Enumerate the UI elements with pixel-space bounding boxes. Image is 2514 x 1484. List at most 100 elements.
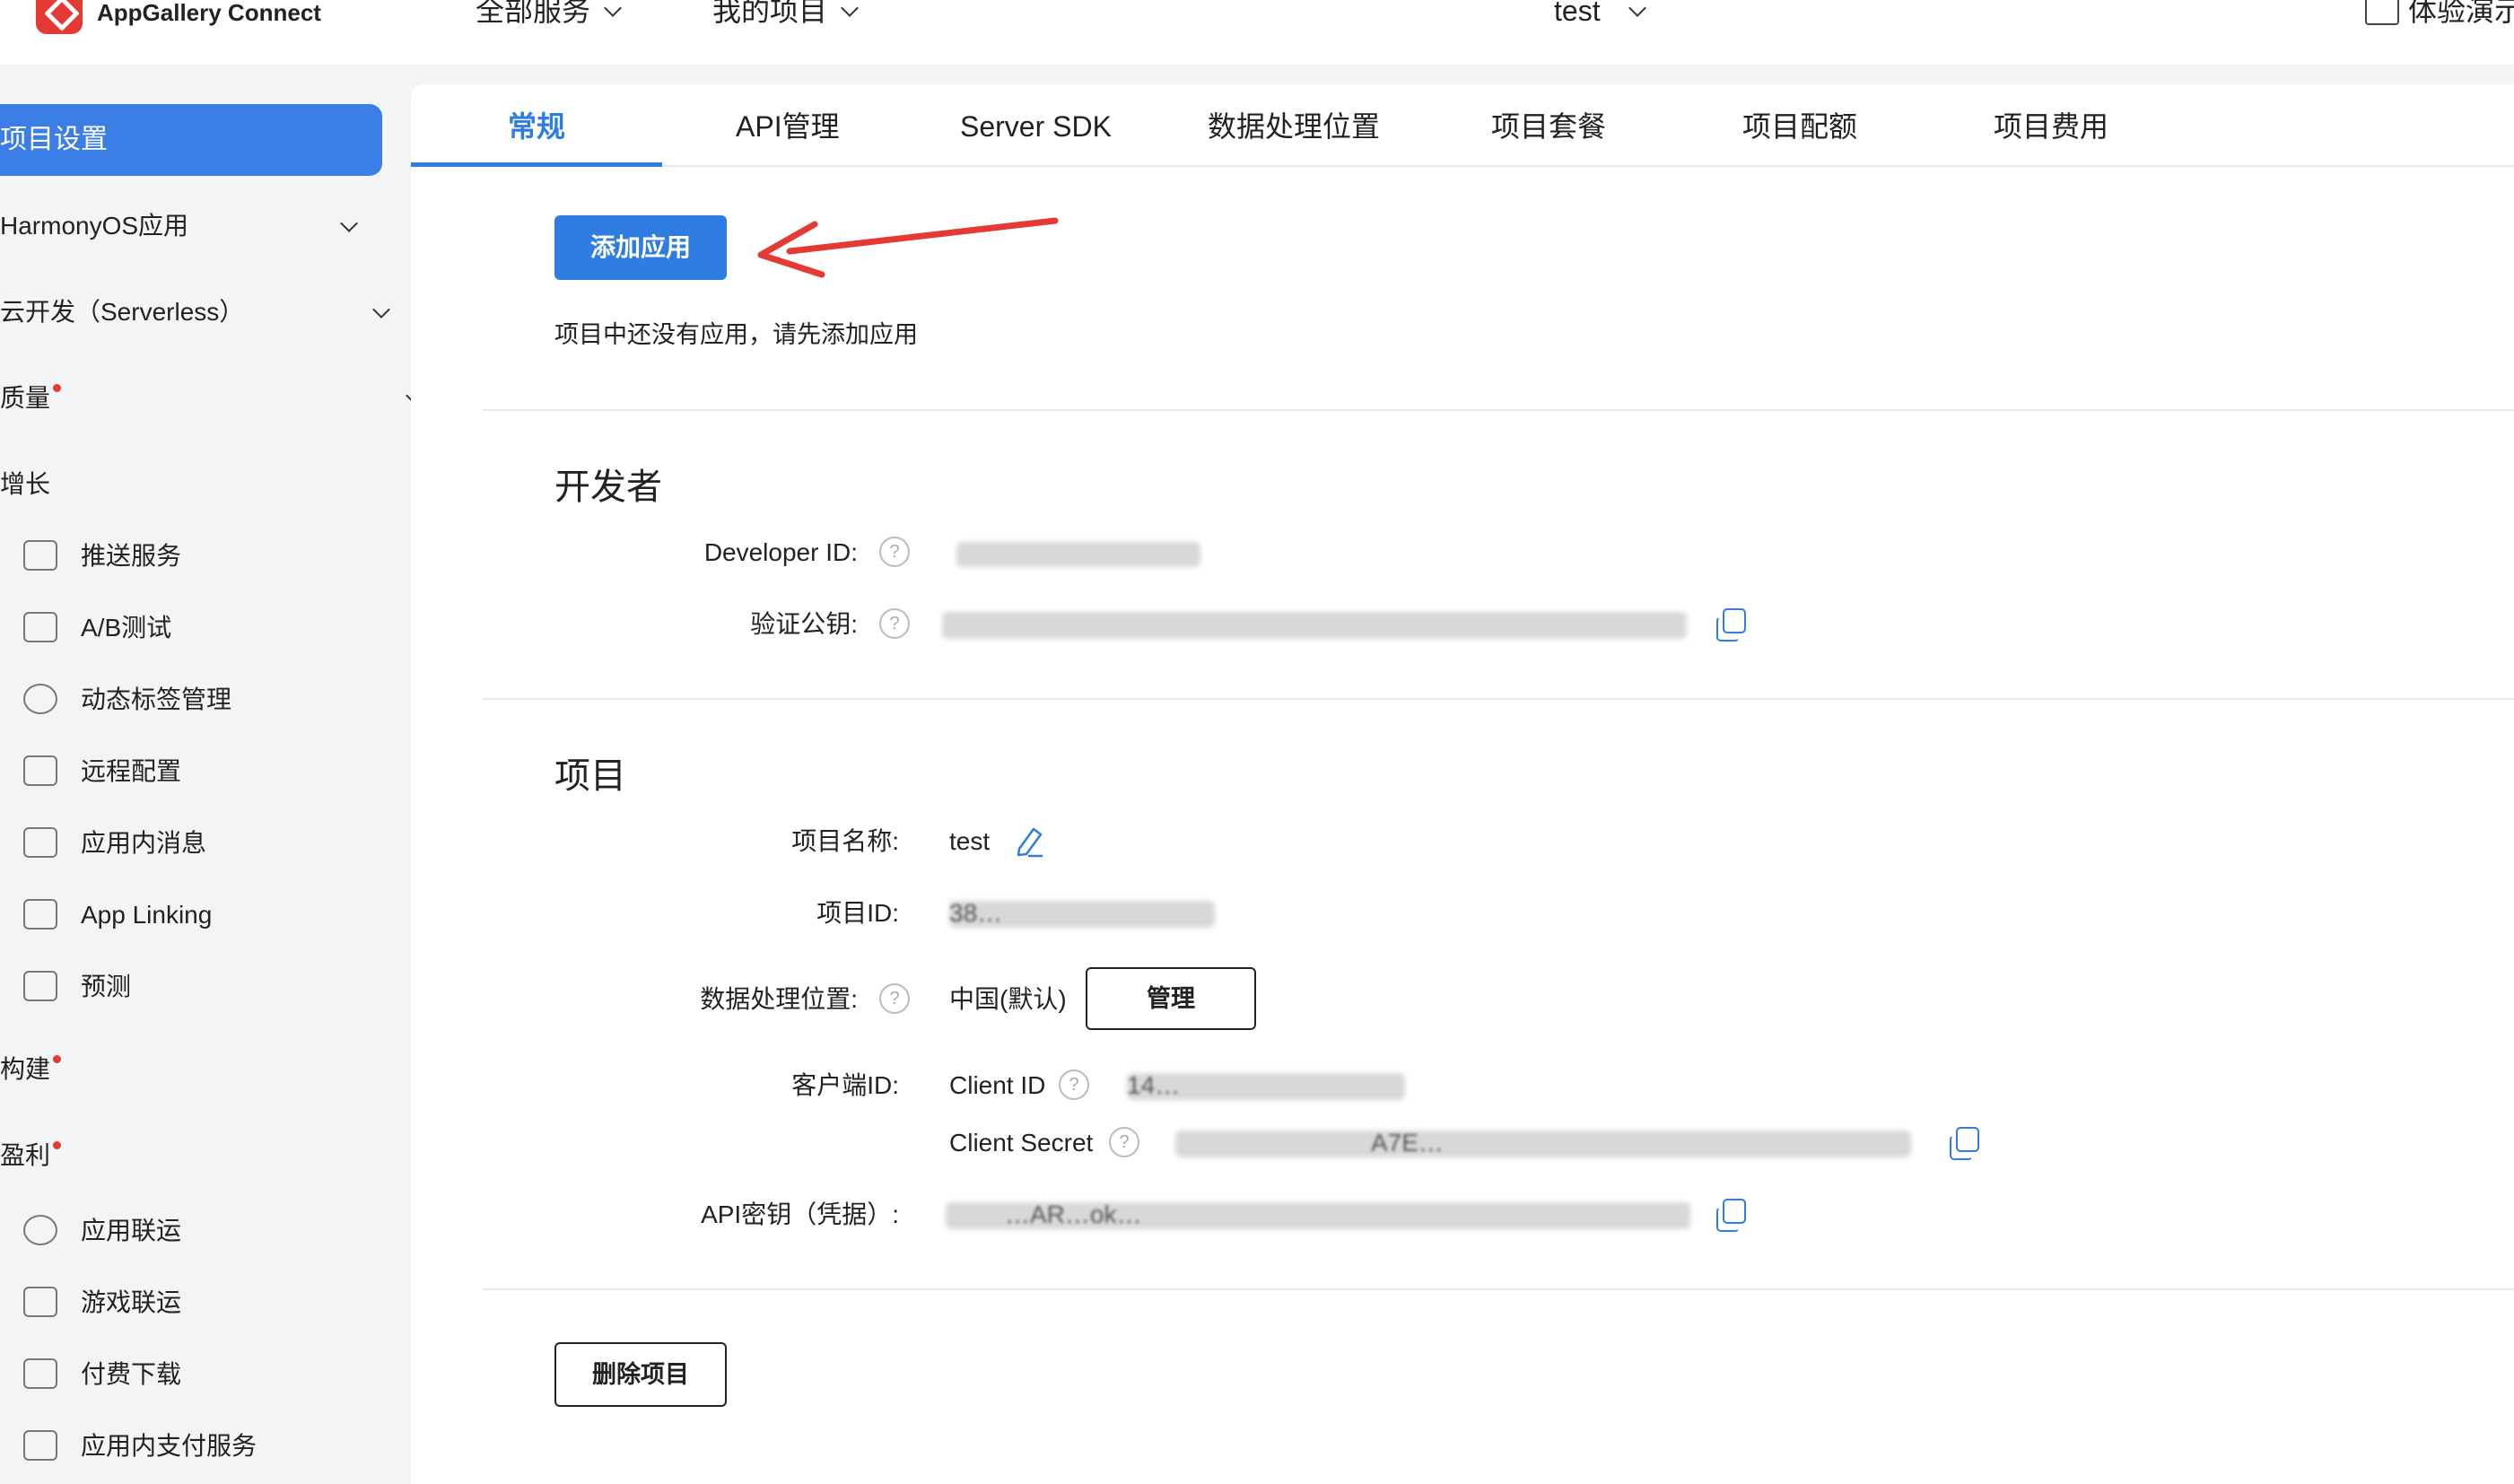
sidebar-group-serverless[interactable]: 云开发（Serverless）	[0, 294, 244, 330]
in-app-payment-icon	[23, 1430, 57, 1461]
sidebar-item-dynamic-tags[interactable]: 动态标签管理	[81, 682, 231, 718]
nav-my-projects-label: 我的项目	[712, 0, 828, 27]
ab-test-icon	[23, 612, 57, 642]
section-divider	[483, 409, 2514, 411]
paid-download-icon	[23, 1358, 57, 1389]
public-key-label: 验证公钥:	[750, 610, 858, 638]
help-icon[interactable]: ?	[879, 983, 910, 1014]
notification-dot	[53, 1141, 62, 1149]
tab-project-cost[interactable]: 项目费用	[1994, 106, 2108, 147]
copy-icon[interactable]	[1950, 1127, 1979, 1160]
brand-name[interactable]: AppGallery Connect	[97, 0, 321, 29]
api-key-label: API密钥（凭据）:	[701, 1200, 899, 1228]
sidebar-item-remote-config[interactable]: 远程配置	[81, 754, 181, 790]
help-icon[interactable]: ?	[879, 537, 910, 567]
project-section-title: 项目	[554, 756, 626, 796]
sidebar-item-predict[interactable]: 预测	[81, 969, 131, 1005]
sidebar-item-in-app-payment[interactable]: 应用内支付服务	[81, 1428, 257, 1464]
project-name-value: test	[949, 827, 991, 855]
sidebar-group-label: 盈利	[0, 1141, 51, 1169]
client-secret-value-mask	[1175, 1130, 1911, 1157]
delete-project-button[interactable]: 删除项目	[554, 1342, 727, 1407]
section-divider	[483, 1288, 2514, 1290]
edit-pencil-icon[interactable]	[1014, 825, 1044, 858]
demo-presentation-icon[interactable]	[2365, 0, 2399, 25]
link-icon	[23, 899, 57, 930]
client-secret-label: Client Secret	[949, 1129, 1094, 1157]
sidebar-item-game-distribution[interactable]: 游戏联运	[81, 1285, 181, 1321]
rocket-icon	[23, 540, 57, 571]
project-selector-label: test	[1554, 0, 1601, 27]
developer-id-label: Developer ID:	[703, 538, 858, 566]
client-secret-value: A7E…	[1371, 1129, 1444, 1157]
tag-network-icon	[23, 684, 57, 714]
sidebar	[0, 65, 411, 1484]
project-id-label: 项目ID:	[816, 899, 899, 927]
nav-all-services-label: 全部服务	[476, 0, 591, 27]
client-id-label: Client ID	[949, 1071, 1046, 1099]
annotation-arrow	[757, 217, 1059, 278]
chevron-down-icon	[1628, 0, 1646, 17]
project-id-value: 38…	[949, 899, 1003, 927]
sidebar-item-project-settings-label: 项目设置	[0, 125, 108, 154]
tab-general[interactable]: 常规	[508, 106, 565, 147]
copy-icon[interactable]	[1716, 608, 1746, 642]
predict-chart-icon	[23, 971, 57, 1001]
help-icon[interactable]: ?	[1109, 1127, 1139, 1157]
nav-all-services[interactable]: 全部服务	[476, 0, 622, 31]
remote-config-icon	[23, 755, 57, 786]
tab-api-management[interactable]: API管理	[736, 106, 840, 147]
sidebar-group-build[interactable]: 构建	[0, 1052, 62, 1087]
tab-project-quota[interactable]: 项目配额	[1742, 106, 1857, 147]
active-tab-indicator	[411, 162, 662, 167]
sidebar-group-label: 构建	[0, 1055, 51, 1083]
demo-link[interactable]: 体验演示	[2408, 0, 2514, 31]
sidebar-item-app-linking[interactable]: App Linking	[81, 897, 212, 933]
data-location-label: 数据处理位置:	[700, 985, 858, 1013]
sidebar-item-push[interactable]: 推送服务	[81, 538, 181, 574]
sidebar-item-ab-test[interactable]: A/B测试	[81, 610, 171, 646]
app-network-icon	[23, 1215, 57, 1245]
chevron-down-icon	[841, 0, 859, 17]
nav-my-projects[interactable]: 我的项目	[712, 0, 859, 31]
empty-apps-text: 项目中还没有应用，请先添加应用	[554, 321, 918, 348]
top-bar	[0, 0, 2514, 65]
tab-project-package[interactable]: 项目套餐	[1491, 106, 1606, 147]
tab-server-sdk[interactable]: Server SDK	[960, 106, 1112, 147]
notification-dot	[53, 384, 62, 392]
add-app-button[interactable]: 添加应用	[554, 215, 727, 280]
project-selector[interactable]: test	[1554, 0, 1646, 31]
sidebar-group-growth[interactable]: 增长	[0, 467, 50, 502]
api-key-value: …AR…ok…	[1005, 1200, 1142, 1228]
tab-data-location[interactable]: 数据处理位置	[1208, 106, 1380, 147]
developer-section-title: 开发者	[554, 467, 662, 507]
sidebar-group-monetize[interactable]: 盈利	[0, 1138, 62, 1174]
sidebar-item-in-app-message[interactable]: 应用内消息	[81, 825, 206, 861]
help-icon[interactable]: ?	[1059, 1069, 1089, 1100]
sidebar-group-quality[interactable]: 质量	[0, 380, 62, 416]
section-divider	[483, 698, 2514, 700]
appgallery-logo-icon[interactable]	[36, 0, 83, 34]
main-panel	[411, 84, 2514, 1484]
developer-id-value	[956, 542, 1200, 567]
sidebar-item-app-distribution[interactable]: 应用联运	[81, 1213, 181, 1249]
sidebar-item-paid-download[interactable]: 付费下载	[81, 1357, 181, 1392]
sidebar-group-harmonyos[interactable]: HarmonyOS应用	[0, 208, 188, 244]
client-id-value: 14…	[1127, 1071, 1181, 1099]
manage-location-button[interactable]: 管理	[1086, 967, 1256, 1030]
client-id-group-label: 客户端ID:	[791, 1071, 899, 1099]
chevron-down-icon	[604, 0, 622, 17]
sidebar-group-label: 云开发（Serverless）	[0, 298, 245, 326]
data-location-value: 中国(默认)	[949, 985, 1067, 1013]
message-icon	[23, 827, 57, 858]
copy-icon[interactable]	[1716, 1199, 1746, 1232]
sidebar-group-label: 增长	[0, 470, 51, 498]
project-name-label: 项目名称:	[791, 827, 899, 855]
game-chart-icon	[23, 1287, 57, 1317]
notification-dot	[53, 1055, 62, 1063]
tabs-divider	[411, 165, 2514, 167]
help-icon[interactable]: ?	[879, 608, 910, 639]
sidebar-group-label: 质量	[0, 384, 51, 412]
public-key-value	[942, 612, 1687, 639]
sidebar-group-label: HarmonyOS应用	[0, 212, 189, 240]
